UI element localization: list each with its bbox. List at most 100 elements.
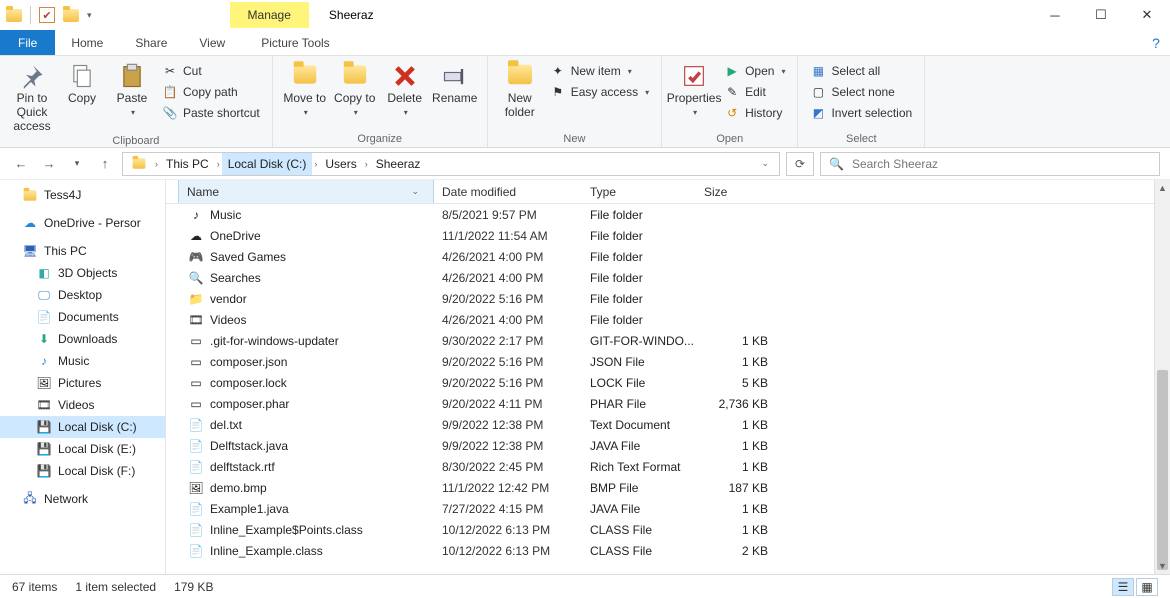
nav-disk-f[interactable]: 💾Local Disk (F:) — [0, 460, 165, 482]
table-row[interactable]: 📄del.txt9/9/2022 12:38 PMText Document1 … — [166, 414, 1154, 435]
table-row[interactable]: ☁OneDrive11/1/2022 11:54 AMFile folder — [166, 225, 1154, 246]
qat-customize-icon[interactable]: ▾ — [87, 10, 92, 21]
pin-to-quick-access-button[interactable]: Pin to Quick access — [8, 60, 56, 133]
delete-button[interactable]: Delete▾ — [381, 60, 429, 117]
copy-button[interactable]: Copy — [58, 60, 106, 106]
table-row[interactable]: 📄Example1.java7/27/2022 4:15 PMJAVA File… — [166, 498, 1154, 519]
breadcrumb-folder[interactable]: Sheeraz — [370, 153, 427, 175]
group-label-open: Open — [670, 131, 789, 145]
file-size: 1 KB — [696, 523, 776, 537]
qat-newfolder-icon[interactable] — [63, 9, 79, 22]
nav-3d-objects[interactable]: ◧3D Objects — [0, 262, 165, 284]
new-folder-button[interactable]: New folder — [496, 60, 544, 120]
tab-view[interactable]: View — [183, 30, 241, 55]
copy-to-button[interactable]: Copy to▾ — [331, 60, 379, 117]
tab-picture-tools[interactable]: Picture Tools — [245, 30, 345, 55]
refresh-button[interactable]: ⟳ — [786, 152, 814, 176]
breadcrumb-root-icon[interactable] — [125, 153, 153, 175]
address-dropdown[interactable]: ⌄ — [753, 158, 777, 169]
videos-icon: 🎞 — [36, 397, 52, 413]
column-date[interactable]: Date modified — [434, 180, 582, 203]
back-button[interactable]: ← — [10, 153, 32, 175]
minimize-button[interactable]: ─ — [1032, 0, 1078, 30]
rename-button[interactable]: Rename — [431, 60, 479, 106]
table-row[interactable]: 📁vendor9/20/2022 5:16 PMFile folder — [166, 288, 1154, 309]
navigation-pane[interactable]: Tess4J ☁OneDrive - Persor 🖥This PC ◧3D O… — [0, 180, 166, 574]
copy-path-button[interactable]: 📋Copy path — [158, 83, 264, 101]
nav-network[interactable]: 🖧Network — [0, 488, 165, 510]
edit-button[interactable]: ✎Edit — [720, 83, 789, 101]
invert-selection-button[interactable]: ◩Invert selection — [806, 104, 916, 122]
status-selected: 1 item selected — [75, 580, 156, 594]
table-row[interactable]: ▭composer.json9/20/2022 5:16 PMJSON File… — [166, 351, 1154, 372]
scroll-down-icon[interactable]: ▼ — [1155, 558, 1170, 574]
address-bar[interactable]: › This PC › Local Disk (C:) › Users › Sh… — [122, 152, 780, 176]
column-name[interactable]: Name⌄ — [178, 180, 434, 203]
cut-button[interactable]: ✂Cut — [158, 62, 264, 80]
search-box[interactable]: 🔍 Search Sheeraz — [820, 152, 1160, 176]
nav-pictures[interactable]: 🖼Pictures — [0, 372, 165, 394]
vertical-scrollbar[interactable]: ▲ ▼ — [1154, 180, 1170, 574]
tab-home[interactable]: Home — [55, 30, 119, 55]
table-row[interactable]: ▭.git-for-windows-updater9/30/2022 2:17 … — [166, 330, 1154, 351]
tab-file[interactable]: File — [0, 30, 55, 55]
nav-disk-e[interactable]: 💾Local Disk (E:) — [0, 438, 165, 460]
nav-this-pc[interactable]: 🖥This PC — [0, 240, 165, 262]
table-row[interactable]: 🖼demo.bmp11/1/2022 12:42 PMBMP File187 K… — [166, 477, 1154, 498]
new-item-button[interactable]: ✦New item▾ — [546, 62, 653, 80]
select-none-button[interactable]: ▢Select none — [806, 83, 916, 101]
table-row[interactable]: 🎮Saved Games4/26/2021 4:00 PMFile folder — [166, 246, 1154, 267]
table-row[interactable]: 📄Inline_Example$Points.class10/12/2022 6… — [166, 519, 1154, 540]
file-date: 9/20/2022 5:16 PM — [434, 376, 582, 390]
column-type[interactable]: Type — [582, 180, 696, 203]
tab-share[interactable]: Share — [119, 30, 183, 55]
recent-locations-button[interactable]: ▾ — [66, 153, 88, 175]
table-row[interactable]: ▭composer.phar9/20/2022 4:11 PMPHAR File… — [166, 393, 1154, 414]
table-row[interactable]: 📄Delftstack.java9/9/2022 12:38 PMJAVA Fi… — [166, 435, 1154, 456]
history-button[interactable]: ↺History — [720, 104, 789, 122]
nav-documents[interactable]: 📄Documents — [0, 306, 165, 328]
help-icon[interactable]: ? — [1142, 30, 1170, 55]
nav-downloads[interactable]: ⬇Downloads — [0, 328, 165, 350]
paste-shortcut-button[interactable]: 📎Paste shortcut — [158, 104, 264, 122]
table-row[interactable]: 🔍Searches4/26/2021 4:00 PMFile folder — [166, 267, 1154, 288]
nav-desktop[interactable]: 🖵Desktop — [0, 284, 165, 306]
scroll-thumb[interactable] — [1157, 370, 1168, 570]
table-row[interactable]: 🎞Videos4/26/2021 4:00 PMFile folder — [166, 309, 1154, 330]
nav-disk-c[interactable]: 💾Local Disk (C:) — [0, 416, 165, 438]
close-button[interactable]: ✕ — [1124, 0, 1170, 30]
select-all-button[interactable]: ▦Select all — [806, 62, 916, 80]
nav-videos[interactable]: 🎞Videos — [0, 394, 165, 416]
open-icon: ▶ — [724, 63, 740, 79]
table-row[interactable]: ♪Music8/5/2021 9:57 PMFile folder — [166, 204, 1154, 225]
qat-properties-icon[interactable]: ✔ — [39, 7, 55, 23]
easy-access-button[interactable]: ⚑Easy access▾ — [546, 83, 653, 101]
breadcrumb-chevron[interactable]: › — [153, 159, 160, 169]
breadcrumb-chevron[interactable]: › — [215, 159, 222, 169]
nav-tess4j[interactable]: Tess4J — [0, 184, 165, 206]
breadcrumb-this-pc[interactable]: This PC — [160, 153, 215, 175]
file-size: 1 KB — [696, 418, 776, 432]
scroll-up-icon[interactable]: ▲ — [1155, 180, 1170, 196]
column-size[interactable]: Size — [696, 180, 776, 203]
breadcrumb-users[interactable]: Users — [319, 153, 362, 175]
breadcrumb-drive[interactable]: Local Disk (C:) — [222, 153, 313, 175]
file-rows[interactable]: ♪Music8/5/2021 9:57 PMFile folder☁OneDri… — [166, 204, 1154, 574]
view-large-icons-button[interactable]: ▦ — [1136, 578, 1158, 596]
nav-music[interactable]: ♪Music — [0, 350, 165, 372]
table-row[interactable]: 📄delftstack.rtf8/30/2022 2:45 PMRich Tex… — [166, 456, 1154, 477]
nav-onedrive[interactable]: ☁OneDrive - Persor — [0, 212, 165, 234]
view-details-button[interactable]: ☰ — [1112, 578, 1134, 596]
breadcrumb-chevron[interactable]: › — [312, 159, 319, 169]
properties-button[interactable]: Properties▾ — [670, 60, 718, 117]
file-type: File folder — [582, 229, 696, 243]
maximize-button[interactable]: ☐ — [1078, 0, 1124, 30]
table-row[interactable]: ▭composer.lock9/20/2022 5:16 PMLOCK File… — [166, 372, 1154, 393]
open-button[interactable]: ▶Open▾ — [720, 62, 789, 80]
paste-button[interactable]: Paste ▾ — [108, 60, 156, 117]
breadcrumb-chevron[interactable]: › — [363, 159, 370, 169]
table-row[interactable]: 📄Inline_Example.class10/12/2022 6:13 PMC… — [166, 540, 1154, 561]
forward-button[interactable]: → — [38, 153, 60, 175]
move-to-button[interactable]: Move to▾ — [281, 60, 329, 117]
up-button[interactable]: ↑ — [94, 153, 116, 175]
